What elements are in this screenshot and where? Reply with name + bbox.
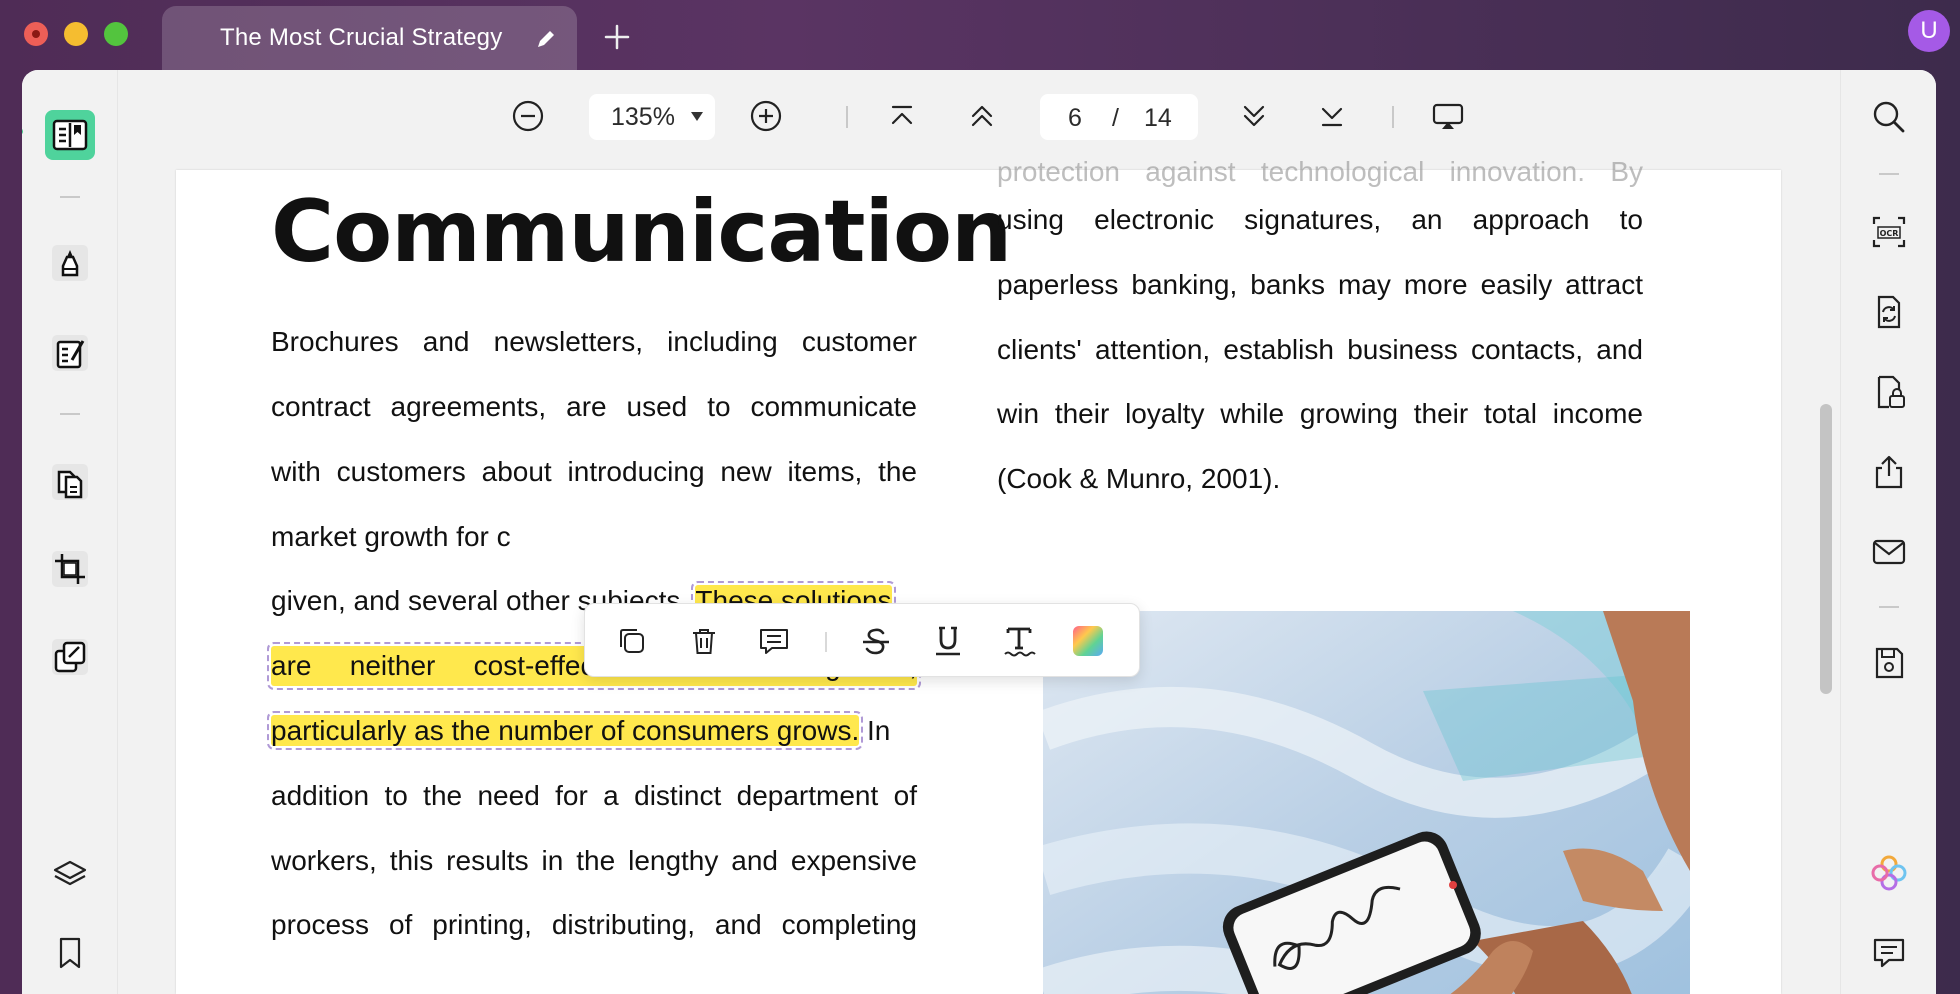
maximize-window-button[interactable]: [104, 22, 128, 46]
document-tab[interactable]: The Most Crucial Strategy: [162, 6, 577, 70]
highlight-annotation[interactable]: particularly as the number of consumers …: [266, 711, 864, 750]
text-line: clients' attention, establish business c…: [997, 334, 1643, 365]
sidebar-divider: [1879, 606, 1899, 608]
text-line: process of printing, distributing, and c…: [271, 909, 917, 940]
zoom-select[interactable]: 135%: [589, 94, 715, 140]
annotation-popup-toolbar: [584, 603, 1140, 677]
rename-pencil-icon[interactable]: [535, 28, 557, 50]
text-line: contract agreements, are used to communi…: [271, 391, 917, 422]
text-span: In: [859, 715, 891, 746]
zoom-out-icon[interactable]: [510, 98, 546, 134]
minimize-window-button[interactable]: [64, 22, 88, 46]
vertical-scrollbar[interactable]: [1820, 404, 1832, 694]
page-heading: Communication: [271, 182, 1012, 282]
ai-assistant-icon[interactable]: [1864, 848, 1914, 898]
convert-icon[interactable]: [1864, 287, 1914, 337]
reader-mode-icon[interactable]: [45, 110, 95, 160]
add-tab-button[interactable]: [602, 22, 632, 52]
delete-trash-icon[interactable]: [685, 622, 723, 660]
text-line: win their loyalty while growing their to…: [997, 398, 1643, 429]
squiggly-text-icon[interactable]: [1000, 622, 1038, 660]
first-page-icon[interactable]: [884, 98, 920, 134]
document-image: [1043, 611, 1690, 994]
organize-pages-icon[interactable]: [45, 457, 95, 507]
color-swatch: [1073, 626, 1103, 656]
current-page-input[interactable]: 6: [1068, 104, 1082, 133]
toolbar-divider: [846, 106, 848, 128]
layers-icon[interactable]: [45, 850, 95, 900]
zoom-value: 135%: [611, 102, 675, 131]
protect-lock-icon[interactable]: [1864, 367, 1914, 417]
color-picker-icon[interactable]: [1069, 622, 1107, 660]
zoom-in-icon[interactable]: [748, 98, 784, 134]
copy-icon[interactable]: [613, 622, 651, 660]
chevron-down-icon: [691, 112, 703, 121]
strikethrough-icon[interactable]: [857, 622, 895, 660]
text-line: using electronic signatures, an approach…: [997, 204, 1643, 235]
active-indicator: [22, 128, 23, 135]
page-navigator[interactable]: 6 / 14: [1040, 94, 1198, 140]
text-line: paperless banking, banks may more easily…: [997, 269, 1643, 300]
next-page-icon[interactable]: [1236, 98, 1272, 134]
page-separator: /: [1112, 104, 1119, 132]
sidebar-divider: [60, 196, 80, 198]
comments-list-icon[interactable]: [1864, 928, 1914, 978]
text-line: with customers about introducing new ite…: [271, 456, 917, 487]
close-window-button[interactable]: [24, 22, 48, 46]
svg-text:OCR: OCR: [1880, 229, 1899, 238]
edit-pdf-icon[interactable]: [45, 328, 95, 378]
left-sidebar: [22, 70, 118, 994]
total-pages: 14: [1144, 104, 1172, 132]
text-line: Brochures and newsletters, including cus…: [271, 326, 917, 357]
popup-divider: [825, 632, 827, 652]
sidebar-divider: [1879, 173, 1899, 175]
batch-process-icon[interactable]: [45, 632, 95, 682]
user-avatar[interactable]: U: [1908, 10, 1950, 52]
comment-note-icon[interactable]: [755, 622, 793, 660]
save-icon[interactable]: [1864, 638, 1914, 688]
ocr-icon[interactable]: OCR: [1864, 207, 1914, 257]
text-line: workers, this results in the lengthy and…: [271, 845, 917, 876]
email-icon[interactable]: [1864, 527, 1914, 577]
previous-page-icon[interactable]: [964, 98, 1000, 134]
crop-icon[interactable]: [45, 544, 95, 594]
text-line: protection against technological innovat…: [997, 156, 1643, 187]
search-icon[interactable]: [1864, 92, 1914, 142]
tab-title: The Most Crucial Strategy: [220, 24, 503, 51]
slideshow-icon[interactable]: [1430, 98, 1466, 134]
comment-highlighter-icon[interactable]: [45, 238, 95, 288]
app-window: 135% 6 / 14 Communication Brochures and …: [22, 70, 1936, 994]
share-export-icon[interactable]: [1864, 447, 1914, 497]
bookmark-icon[interactable]: [45, 928, 95, 978]
sidebar-divider: [60, 413, 80, 415]
underline-icon[interactable]: [929, 622, 967, 660]
title-bar: The Most Crucial Strategy U: [0, 0, 1960, 70]
last-page-icon[interactable]: [1314, 98, 1350, 134]
text-line: market growth for c: [271, 521, 511, 552]
toolbar-divider: [1392, 106, 1394, 128]
text-line: addition to the need for a distinct depa…: [271, 780, 917, 811]
text-line: particularly as the number of consumers …: [266, 711, 917, 751]
right-sidebar: OCR: [1840, 70, 1936, 994]
text-line: (Cook & Munro, 2001).: [997, 463, 1281, 494]
